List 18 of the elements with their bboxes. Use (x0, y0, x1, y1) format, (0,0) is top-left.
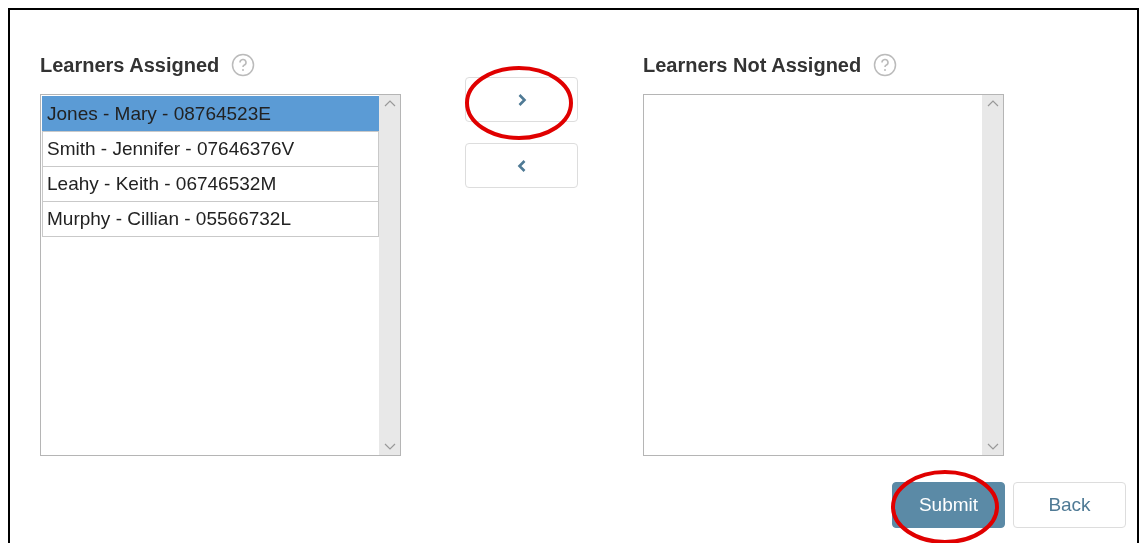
chevron-left-icon (516, 159, 527, 172)
list-title: Learners Not Assigned (643, 53, 862, 77)
submit-button[interactable]: Submit (892, 482, 1005, 528)
list-item[interactable]: Leahy - Keith - 06746532M (42, 166, 379, 202)
back-button[interactable]: Back (1013, 482, 1126, 528)
scrollbar[interactable] (982, 95, 1003, 455)
chevron-right-icon (516, 93, 527, 106)
list-item[interactable]: Jones - Mary - 08764523E (42, 96, 379, 132)
list-box[interactable]: Jones - Mary - 08764523E Smith - Jennifer - 07646376V Leahy - Keith - 06746532M Murphy - Cillian - 05566732L (40, 94, 401, 456)
list-title: Learners Assigned (40, 53, 220, 77)
scrollbar[interactable] (379, 95, 400, 455)
list-item[interactable]: Murphy - Cillian - 05566732L (42, 201, 379, 237)
help-icon[interactable] (873, 53, 898, 77)
move-left-button[interactable] (465, 143, 578, 188)
help-icon[interactable] (231, 53, 256, 77)
list-box[interactable] (643, 94, 1004, 456)
list-item[interactable]: Smith - Jennifer - 07646376V (42, 131, 379, 167)
move-right-button[interactable] (465, 77, 578, 122)
